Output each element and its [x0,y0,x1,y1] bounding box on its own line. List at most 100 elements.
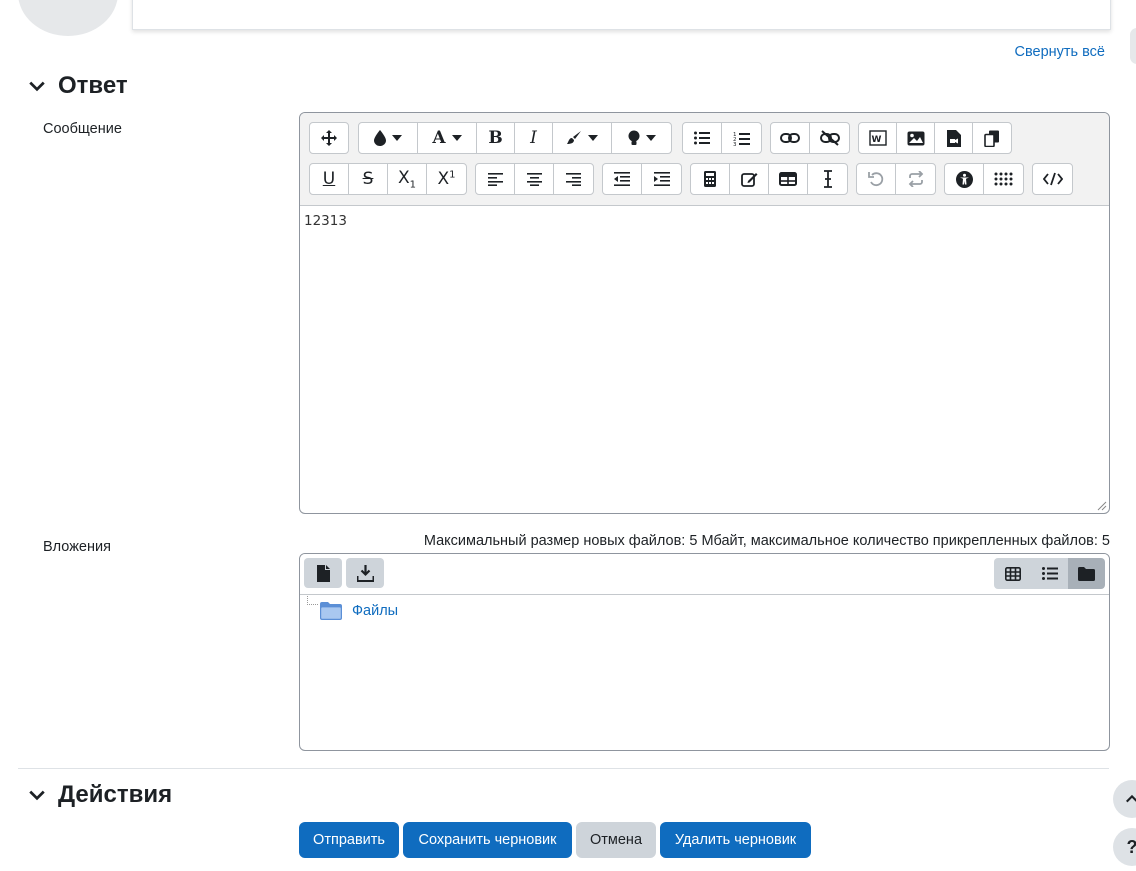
bold-icon: B [488,128,503,148]
folder-icon [1078,566,1095,581]
caret-down-icon [588,135,598,141]
actions-section-title: Действия [58,781,173,808]
link-icon [780,133,800,143]
word-document-icon: W [868,130,887,146]
special-chars-button[interactable] [730,164,769,194]
download-all-button[interactable] [346,558,384,588]
align-right-button[interactable] [554,164,593,194]
answer-section-header[interactable]: Ответ [28,72,128,100]
folder-item[interactable]: Файлы [320,602,398,620]
calculator-icon [704,171,716,187]
font-color-button[interactable]: A [418,123,477,153]
toolbar-group-align [475,163,594,195]
add-file-button[interactable] [304,558,342,588]
toolbar-group-indent [602,163,682,195]
copy-content-button[interactable] [973,123,1011,153]
toolbar-group-media: W [858,122,1012,154]
align-left-icon [487,172,503,186]
ordered-list-button[interactable]: 123 [722,123,761,153]
word-import-button[interactable]: W [859,123,897,153]
edge-scroll-button[interactable] [1130,28,1136,64]
previous-post-card [132,0,1111,30]
section-divider [18,768,1109,769]
clear-formatting-button[interactable] [808,164,847,194]
view-list-button[interactable] [1031,558,1068,589]
background-color-button[interactable] [359,123,418,153]
subscript-button[interactable]: X1 [388,164,427,194]
highlight-button[interactable] [612,123,671,153]
help-icon: ? [1127,837,1136,858]
save-draft-button[interactable]: Сохранить черновик [403,822,572,858]
strikethrough-button[interactable]: S [349,164,388,194]
image-button[interactable] [897,123,935,153]
redo-icon [908,171,923,187]
numbered-list-icon: 123 [733,132,750,146]
resize-grip-icon[interactable] [1097,501,1107,511]
text-cursor-icon [823,170,832,188]
undo-button[interactable] [857,164,896,194]
unlink-button[interactable] [810,123,849,153]
scroll-to-top-button[interactable] [1113,780,1136,818]
editor-toolbar: A B I 123 W U S X1 X1 [300,113,1109,206]
message-editor: A B I 123 W U S X1 X1 12313 [299,112,1110,514]
align-center-button[interactable] [515,164,554,194]
strikethrough-icon: S [362,169,374,189]
list-icon [1041,567,1058,580]
submit-button[interactable]: Отправить [299,822,399,858]
avatar [18,0,118,36]
cancel-button[interactable]: Отмена [576,822,656,858]
toolbar-group-accessibility [944,163,1024,195]
caret-down-icon [451,135,462,141]
outdent-button[interactable] [603,164,642,194]
file-manager-toolbar [300,554,1109,595]
underline-icon: U [322,169,336,189]
accessibility-checker-button[interactable] [945,164,984,194]
table-button[interactable] [769,164,808,194]
message-label: Сообщение [43,121,122,137]
superscript-button[interactable]: X1 [427,164,466,194]
italic-button[interactable]: I [515,123,553,153]
move-arrows-icon [321,130,337,146]
move-toolbar-button[interactable] [310,123,348,153]
folder-link[interactable]: Файлы [352,603,398,619]
caret-down-icon [645,135,656,141]
redo-button[interactable] [896,164,935,194]
view-icons-button[interactable] [994,558,1031,589]
table-icon [779,172,797,186]
bold-button[interactable]: B [477,123,515,153]
help-button[interactable]: ? [1113,828,1136,866]
media-button[interactable] [935,123,973,153]
link-button[interactable] [771,123,810,153]
file-video-icon [946,129,961,147]
toolbar-group-links [770,122,850,154]
html-source-button[interactable] [1033,164,1072,194]
file-manager: Файлы [299,553,1110,751]
italic-icon: I [530,128,537,148]
accessibility-icon [955,170,973,188]
align-left-button[interactable] [476,164,515,194]
chevron-up-icon [1126,794,1136,803]
delete-draft-button[interactable]: Удалить черновик [660,822,811,858]
bullet-list-icon [694,131,710,145]
folder-icon [320,602,342,620]
underline-button[interactable]: U [310,164,349,194]
unordered-list-button[interactable] [683,123,722,153]
equation-button[interactable] [691,164,730,194]
brush-style-button[interactable] [553,123,612,153]
chevron-down-icon [29,790,45,801]
view-tree-button[interactable] [1068,558,1105,589]
grid-icon [1004,566,1021,581]
code-icon [1042,172,1063,186]
subscript-icon: X1 [397,167,417,191]
undo-icon [868,172,884,187]
collapse-all-link[interactable]: Свернуть всё [1015,44,1105,60]
outdent-icon [614,172,630,186]
actions-section-header[interactable]: Действия [28,781,172,809]
indent-button[interactable] [642,164,681,194]
editor-content[interactable]: 12313 [304,213,347,229]
download-icon [356,564,374,582]
screenreader-helper-button[interactable] [984,164,1023,194]
braille-grid-icon [994,172,1012,186]
font-letter-icon: A [432,128,446,148]
svg-text:W: W [871,135,881,145]
